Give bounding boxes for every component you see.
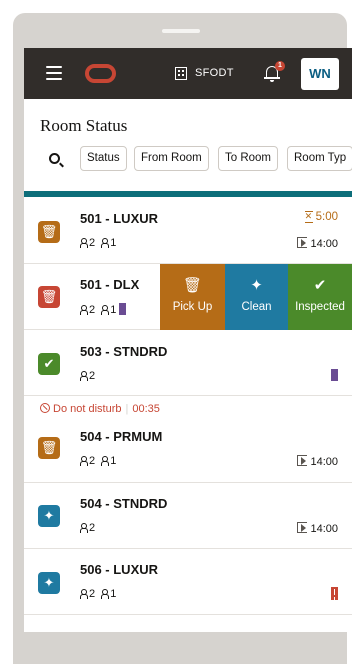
property-code[interactable]: SFODT bbox=[195, 67, 234, 79]
do-not-disturb-alert: Do not disturb | 00:35 bbox=[40, 403, 160, 415]
dirty-status-icon: 🗑 bbox=[38, 286, 60, 308]
list-item[interactable]: Do not disturb | 00:35 🗑 504 - PRMUM 2 1 1… bbox=[24, 396, 352, 483]
notification-badge: 1 bbox=[275, 61, 285, 71]
top-app-bar: SFODT 1 WN bbox=[24, 48, 352, 99]
adults-icon bbox=[80, 523, 88, 533]
occupancy: 2 1 bbox=[80, 455, 116, 467]
departure-time: 14:00 bbox=[297, 522, 338, 535]
room-name: 504 - STNDRD bbox=[80, 496, 168, 511]
property-building-icon[interactable] bbox=[175, 67, 187, 80]
filter-chip-to-room[interactable]: To Room bbox=[218, 146, 279, 171]
adults-icon bbox=[80, 305, 88, 315]
pickup-status-icon: 🗑 bbox=[38, 437, 60, 459]
occupancy: 2 1 bbox=[80, 237, 116, 249]
room-name: 503 - STNDRD bbox=[80, 344, 168, 359]
alert-flag bbox=[331, 587, 338, 603]
pickup-status-icon: 🗑 bbox=[38, 221, 60, 243]
search-icon[interactable] bbox=[49, 153, 60, 164]
occupancy: 2 bbox=[80, 370, 95, 382]
adults-icon bbox=[80, 238, 88, 248]
sparkle-icon: ✦ bbox=[250, 277, 263, 294]
room-name: 501 - LUXUR bbox=[80, 211, 159, 226]
oracle-logo-icon bbox=[85, 64, 116, 83]
children-icon bbox=[101, 456, 110, 466]
pickup-icon: 🗑 bbox=[182, 277, 203, 294]
clean-status-icon: ✦ bbox=[38, 572, 60, 594]
filter-bar: Status From Room To Room Room Typ bbox=[24, 146, 352, 174]
occupancy: 2 1 bbox=[80, 303, 127, 316]
device-bottom-area bbox=[13, 632, 347, 664]
list-item[interactable]: 🗑 501 - LUXUR 2 1 5:00 14:00 bbox=[24, 197, 352, 264]
clean-status-icon: ✦ bbox=[38, 505, 60, 527]
list-item-swiped[interactable]: 🗑 501 - DLX 2 1 🗑 Pick Up ✦ Clean ✔ Insp… bbox=[24, 264, 352, 330]
occupancy: 2 1 bbox=[80, 588, 116, 600]
service-flag bbox=[331, 369, 338, 382]
adults-icon bbox=[80, 589, 88, 599]
filter-chip-status[interactable]: Status bbox=[80, 146, 127, 171]
inspected-status-icon: ✔ bbox=[38, 353, 60, 375]
departure-time: 14:00 bbox=[297, 455, 338, 468]
do-not-disturb-icon bbox=[40, 403, 50, 413]
list-item[interactable]: ✦ 504 - STNDRD 2 14:00 bbox=[24, 483, 352, 549]
room-name: 504 - PRMUM bbox=[80, 429, 163, 444]
room-name: 506 - LUXUR bbox=[80, 562, 159, 577]
filter-chip-from-room[interactable]: From Room bbox=[134, 146, 209, 171]
hourglass-icon bbox=[304, 210, 313, 223]
menu-icon[interactable] bbox=[46, 66, 62, 80]
children-icon bbox=[101, 305, 110, 315]
children-icon bbox=[101, 589, 110, 599]
inspected-action-button[interactable]: ✔ Inspected bbox=[288, 264, 352, 330]
occupancy: 2 bbox=[80, 522, 95, 534]
device-notch bbox=[162, 29, 200, 33]
adults-icon bbox=[80, 371, 88, 381]
pickup-action-button[interactable]: 🗑 Pick Up bbox=[160, 264, 225, 330]
filter-chip-room-type[interactable]: Room Typ bbox=[287, 146, 352, 171]
clean-action-button[interactable]: ✦ Clean bbox=[225, 264, 288, 330]
departure-door-icon bbox=[297, 455, 308, 466]
room-name: 501 - DLX bbox=[80, 277, 140, 292]
departure-door-icon bbox=[297, 522, 308, 533]
app-screen: SFODT 1 WN Room Status Status From Room … bbox=[24, 48, 352, 632]
list-item[interactable]: ✦ 506 - LUXUR 2 1 bbox=[24, 549, 352, 615]
alert-icon bbox=[331, 587, 338, 600]
service-flag-icon bbox=[119, 303, 127, 315]
service-flag-icon bbox=[331, 369, 338, 381]
children-icon bbox=[101, 238, 110, 248]
departure-door-icon bbox=[297, 237, 308, 248]
departure-time: 14:00 bbox=[297, 237, 338, 250]
timer: 5:00 bbox=[304, 210, 338, 223]
adults-icon bbox=[80, 456, 88, 466]
user-avatar[interactable]: WN bbox=[301, 58, 339, 90]
list-item[interactable]: ✔ 503 - STNDRD 2 bbox=[24, 330, 352, 396]
clipboard-check-icon: ✔ bbox=[313, 277, 327, 294]
page-title: Room Status bbox=[40, 116, 128, 135]
